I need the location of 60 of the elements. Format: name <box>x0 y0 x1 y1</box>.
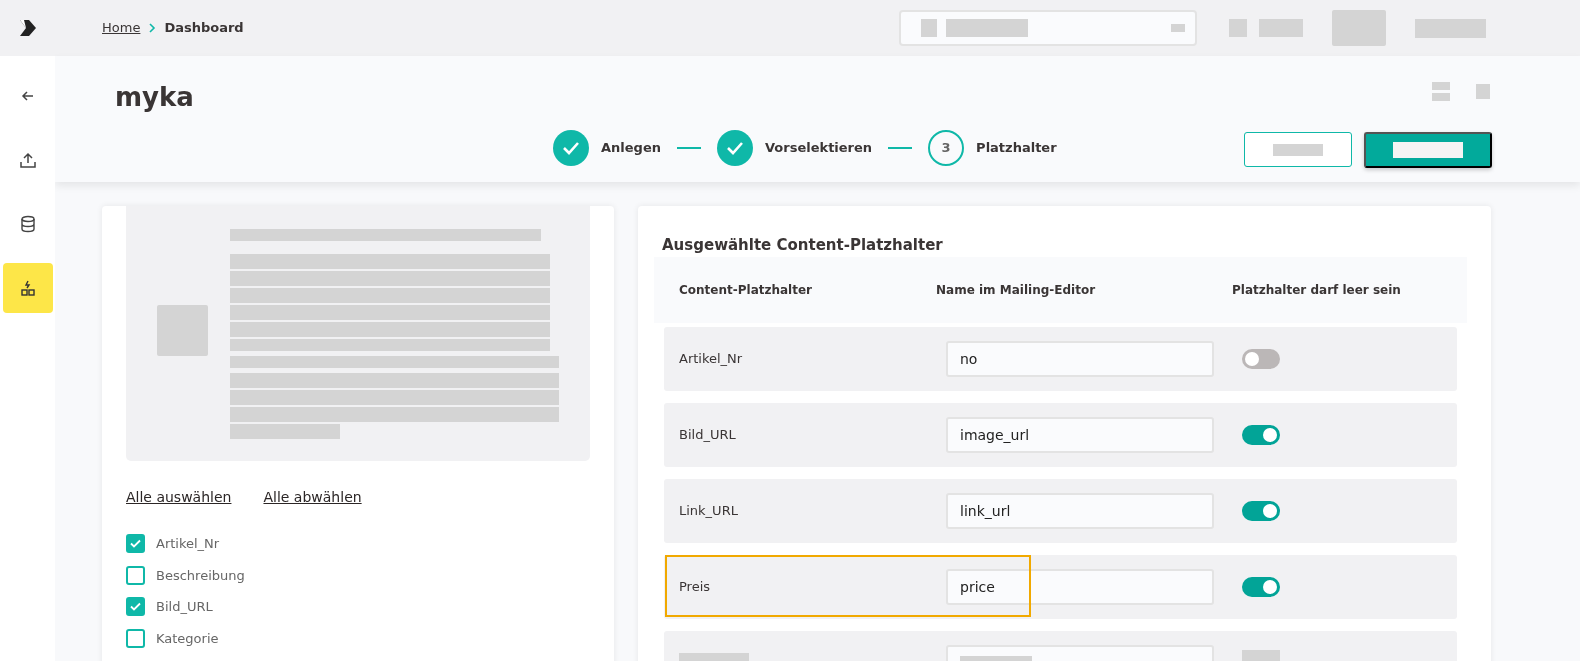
field-label: Artikel_Nr <box>156 535 220 553</box>
breadcrumb-link[interactable]: Home <box>102 18 141 38</box>
section-title: Ausgewählte Content-Platzhalter <box>662 235 944 256</box>
checkbox[interactable] <box>126 565 145 585</box>
column-header: Content-Platzhalter <box>678 281 813 299</box>
redacted-block <box>1331 10 1386 46</box>
sidebar-item[interactable] <box>2 263 53 313</box>
redacted-block <box>1258 19 1303 37</box>
redacted-block <box>1414 18 1486 38</box>
check-icon <box>130 602 141 612</box>
redacted-block <box>1432 82 1450 90</box>
field-label: Kategorie <box>156 629 219 648</box>
field-label: Beschreibung <box>156 566 245 585</box>
toggle-switch[interactable] <box>1242 576 1280 597</box>
name-input[interactable]: no <box>946 340 1214 377</box>
step-label: Anlegen <box>601 139 661 158</box>
redacted-block <box>1170 24 1185 32</box>
secondary-button[interactable] <box>1244 132 1352 167</box>
name-input[interactable]: link_url <box>946 492 1214 529</box>
redacted-block <box>920 19 937 37</box>
checkbox[interactable] <box>126 534 145 554</box>
shapes-icon <box>18 279 37 297</box>
toggle-switch[interactable] <box>1242 500 1280 521</box>
placeholder-name: Artikel_Nr <box>678 349 744 368</box>
upload-icon <box>18 151 37 169</box>
chevron-icon <box>148 23 157 33</box>
field-label: Bild_URL <box>156 598 213 616</box>
select-link[interactable]: Alle auswählen <box>126 487 232 508</box>
page-title: myka <box>115 82 194 114</box>
check-icon <box>562 141 580 155</box>
placeholder-name: Bild_URL <box>678 425 737 444</box>
checkbox[interactable] <box>126 628 145 648</box>
logo-icon <box>18 19 37 37</box>
placeholder-name: Link_URL <box>678 501 739 520</box>
step-connector <box>888 147 913 149</box>
name-input[interactable]: image_url <box>946 416 1214 453</box>
placeholder-name: Preis <box>678 577 712 596</box>
redacted-block <box>1228 19 1247 37</box>
checkbox[interactable] <box>126 597 145 617</box>
toggle-switch[interactable] <box>1242 424 1280 445</box>
step-label: Vorselektieren <box>764 139 873 158</box>
breadcrumb-current: Dashboard <box>164 19 244 38</box>
step-connector <box>676 147 701 149</box>
primary-button[interactable] <box>1364 132 1492 168</box>
search-field[interactable] <box>898 10 1197 46</box>
select-link[interactable]: Alle abwählen <box>263 487 362 508</box>
column-header: Platzhalter darf leer sein <box>1232 281 1401 299</box>
step-marker: 3 <box>928 130 965 166</box>
check-icon <box>130 539 141 549</box>
step-label: Platzhalter <box>976 139 1057 158</box>
check-icon <box>725 141 744 155</box>
redacted-block <box>1393 142 1463 158</box>
redacted-block <box>1476 84 1490 99</box>
toggle-switch[interactable] <box>1242 348 1280 369</box>
redacted-block <box>1273 143 1323 156</box>
redacted-block <box>1432 93 1450 101</box>
name-input[interactable]: price <box>946 568 1214 605</box>
redacted-block <box>157 305 208 356</box>
column-header: Name im Mailing-Editor <box>936 281 1097 299</box>
database-icon <box>18 215 37 233</box>
